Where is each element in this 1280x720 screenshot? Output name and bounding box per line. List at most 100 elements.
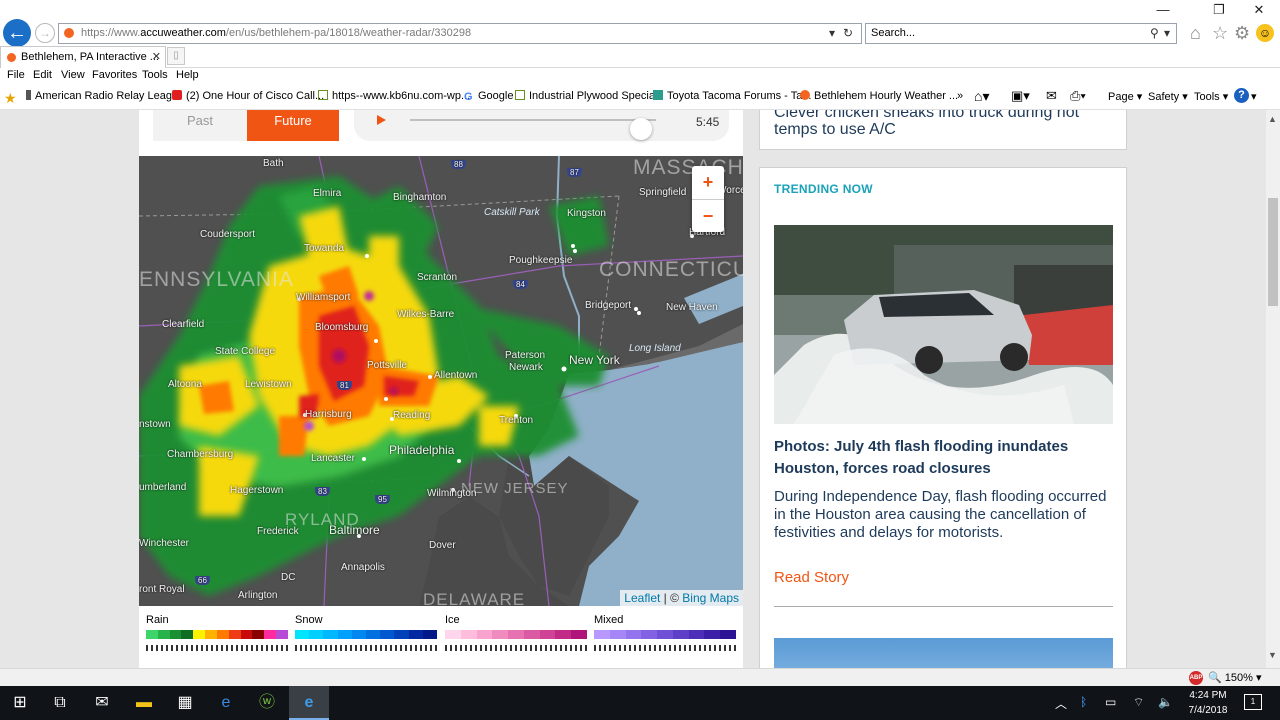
home-command-icon[interactable]: ⌂▾ (974, 88, 989, 105)
tab-favicon (7, 53, 16, 62)
past-button[interactable]: Past (153, 110, 247, 141)
next-story-photo[interactable] (774, 638, 1113, 668)
favorites-star-icon[interactable]: ☆ (1212, 24, 1228, 42)
map-label-city: nstown (139, 419, 171, 430)
scroll-up-icon[interactable]: ▲ (1268, 114, 1277, 124)
menu-view[interactable]: View (61, 69, 85, 81)
print-icon[interactable]: ⎙▾ (1070, 88, 1086, 104)
tab-active[interactable]: Bethlehem, PA Interactive ... ✕ (0, 46, 166, 68)
story-title[interactable]: Clever chicken sneaks into truck during … (774, 110, 1114, 138)
favorites-star-add-icon[interactable]: ★ (4, 90, 22, 106)
back-button[interactable]: ← (3, 19, 31, 47)
menu-tools[interactable]: Tools (142, 69, 168, 81)
legend-swatch (704, 630, 721, 639)
internet-explorer-icon[interactable]: e (289, 686, 329, 720)
legend-swatch (408, 630, 423, 639)
mail-icon[interactable]: ✉ (1046, 88, 1057, 104)
story-card-previous[interactable]: Clever chicken sneaks into truck during … (759, 110, 1127, 150)
flood-photo-image (774, 225, 1113, 424)
file-explorer-icon[interactable]: ▬ (124, 686, 164, 720)
action-center-icon[interactable]: 1 (1244, 694, 1262, 710)
forward-button[interactable]: → (35, 23, 55, 43)
volume-icon[interactable]: 🔈 (1158, 695, 1173, 709)
task-view-icon[interactable]: ⧉ (40, 686, 80, 720)
legend-swatch (264, 630, 277, 639)
favorite-link[interactable]: (2) One Hour of Cisco Call... (172, 90, 324, 102)
help-dropdown-icon[interactable]: ▾ (1251, 90, 1257, 103)
map-label-state: ENNSYLVANIA (139, 268, 294, 291)
battery-icon[interactable]: ▭ (1105, 695, 1116, 709)
favorite-link[interactable]: G Google (464, 90, 513, 103)
refresh-icon[interactable]: ↻ (843, 24, 853, 43)
menu-help[interactable]: Help (176, 69, 199, 81)
legend-swatch (492, 630, 509, 639)
favorite-link[interactable]: https--www.kb6nu.com-wp... (318, 90, 470, 102)
app-w-icon[interactable]: ⓦ (247, 686, 287, 720)
leaflet-link[interactable]: Leaflet (624, 591, 660, 605)
map-label-city: Chambersburg (167, 449, 234, 460)
bing-maps-link[interactable]: Bing Maps (682, 591, 739, 605)
new-tab-icon: ▯ (173, 50, 179, 61)
menu-favorites[interactable]: Favorites (92, 69, 137, 81)
legend-label: Snow (295, 614, 323, 626)
rss-icon[interactable]: ▣▾ (1011, 88, 1030, 104)
story-headline[interactable]: Photos: July 4th flash flooding inundate… (774, 436, 1114, 480)
help-icon[interactable]: ? (1234, 88, 1249, 103)
zoom-level-value: 150% (1224, 672, 1253, 684)
favorite-link[interactable]: Industrial Plywood Specials (515, 90, 663, 102)
search-icon[interactable]: ⚲ (1150, 24, 1159, 43)
search-input[interactable]: Search... ⚲ ▾ (865, 23, 1177, 44)
home-icon[interactable]: ⌂ (1190, 24, 1201, 42)
close-icon[interactable]: ✕ (1244, 2, 1274, 18)
system-clock[interactable]: 4:24 PM 7/4/2018 (1182, 688, 1234, 718)
legend-rain: Rain (146, 614, 288, 651)
play-icon[interactable] (377, 115, 386, 125)
command-safety[interactable]: Safety ▾ (1148, 90, 1188, 103)
tab-close-icon[interactable]: ✕ (152, 47, 161, 67)
read-story-link[interactable]: Read Story (774, 569, 849, 586)
favorite-link[interactable]: Bethlehem Hourly Weather ... (800, 90, 958, 102)
map-label-city: Altoona (168, 379, 202, 390)
search-dropdown-icon[interactable]: ▾ (1164, 24, 1170, 43)
zoom-out-button[interactable]: − (692, 199, 724, 232)
menu-edit[interactable]: Edit (33, 69, 52, 81)
map-label-city: Trenton (499, 415, 534, 426)
address-bar[interactable]: https://www.accuweather.com/en/us/bethle… (58, 23, 862, 44)
menu-file[interactable]: File (7, 69, 25, 81)
start-windows-icon[interactable]: ⊞ (0, 686, 40, 720)
wifi-icon[interactable]: ⌔ (1133, 695, 1144, 710)
favorite-link[interactable]: Toyota Tacoma Forums - Ta... (653, 90, 811, 102)
mail-app-icon[interactable]: ✉ (82, 686, 122, 720)
calculator-icon[interactable]: ▦ (165, 686, 205, 720)
interstate-shield: 88 (451, 160, 466, 169)
zoom-level[interactable]: 🔍 150% ▾ (1208, 671, 1261, 684)
favorite-link[interactable]: American Radio Relay Leag... (26, 90, 181, 102)
adblock-icon[interactable]: ABP (1189, 671, 1203, 685)
future-button[interactable]: Future (247, 110, 339, 141)
map-label-city: New York (569, 353, 620, 367)
legend-color-bar (295, 630, 438, 639)
radar-map[interactable]: 88 87 84 81 83 95 66 MASSACHUS CONNECTIC… (139, 156, 743, 606)
story-photo[interactable] (774, 225, 1113, 424)
tray-expand-icon[interactable]: ︿ (1055, 695, 1067, 712)
scrollbar-thumb[interactable] (1268, 198, 1278, 306)
favorites-overflow-icon[interactable]: » (957, 90, 963, 102)
command-tools[interactable]: Tools ▾ (1194, 90, 1228, 103)
gear-icon[interactable]: ⚙ (1234, 24, 1250, 42)
address-dropdown-icon[interactable]: ▾ (829, 24, 835, 43)
feedback-smiley-icon[interactable]: ☺ (1256, 24, 1274, 42)
scroll-down-icon[interactable]: ▼ (1268, 650, 1277, 660)
legend-color-bar (445, 630, 588, 639)
edge-icon[interactable]: e (206, 686, 246, 720)
timeline-knob[interactable] (630, 118, 653, 140)
legend-swatch (460, 630, 477, 639)
map-label-city: Scranton (417, 272, 458, 283)
new-tab-button[interactable]: ▯ (167, 47, 185, 65)
page-scrollbar[interactable]: ▲ ▼ (1266, 110, 1280, 668)
restore-icon[interactable]: ❐ (1204, 2, 1234, 18)
bluetooth-icon[interactable]: ᛒ (1080, 695, 1087, 709)
minimize-icon[interactable]: — (1148, 2, 1178, 17)
timeline-slider[interactable] (410, 118, 656, 140)
zoom-in-button[interactable]: + (692, 166, 724, 199)
command-page[interactable]: Page ▾ (1108, 90, 1142, 103)
